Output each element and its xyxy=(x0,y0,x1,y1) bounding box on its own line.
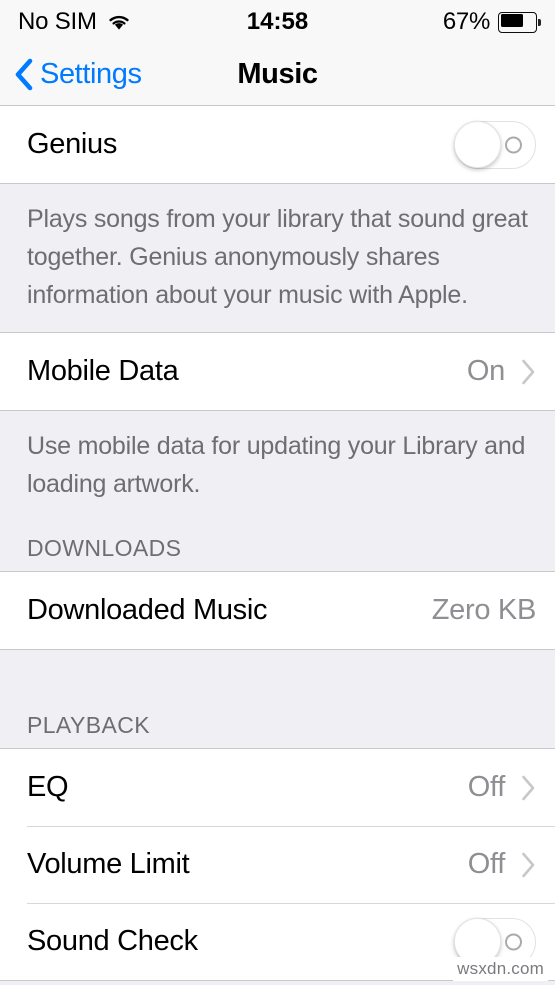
settings-list[interactable]: Genius Plays songs from your library tha… xyxy=(0,106,555,984)
battery-percent-label: 67% xyxy=(442,8,490,35)
navigation-bar: Settings Music xyxy=(0,44,555,106)
row-mobile-data-label: Mobile Data xyxy=(27,355,179,387)
row-eq[interactable]: EQ Off xyxy=(0,749,555,826)
status-bar: No SIM 14:58 67% xyxy=(0,0,555,44)
row-sound-check-label: Sound Check xyxy=(27,925,198,957)
row-volume-limit[interactable]: Volume Limit Off xyxy=(0,826,555,903)
section-genius: Genius xyxy=(0,106,555,184)
back-button-label: Settings xyxy=(40,58,142,90)
battery-icon xyxy=(498,11,541,33)
status-bar-left: No SIM xyxy=(18,8,280,36)
toggle-off-indicator-icon xyxy=(505,136,522,153)
section-mobile-data: Mobile Data On xyxy=(0,332,555,411)
row-mobile-data[interactable]: Mobile Data On xyxy=(0,333,555,410)
genius-toggle-knob xyxy=(454,120,501,168)
carrier-label: No SIM xyxy=(18,8,97,35)
wifi-icon xyxy=(106,12,132,32)
back-button[interactable]: Settings xyxy=(14,58,142,91)
row-downloaded-music-value: Zero KB xyxy=(431,594,537,626)
section-spacer xyxy=(0,650,555,698)
row-volume-limit-label: Volume Limit xyxy=(27,848,190,880)
section-downloads: Downloaded Music Zero KB xyxy=(0,571,555,650)
row-downloaded-music[interactable]: Downloaded Music Zero KB xyxy=(0,572,555,649)
toggle-off-indicator-icon xyxy=(505,933,522,950)
section-playback: EQ Off Volume Limit Off Sound Check xyxy=(0,748,555,981)
section-genius-footer: Plays songs from your library that sound… xyxy=(0,184,555,332)
chevron-right-icon xyxy=(509,359,536,385)
genius-toggle[interactable] xyxy=(454,120,536,169)
chevron-right-icon xyxy=(509,775,536,801)
chevron-right-icon xyxy=(509,852,536,878)
row-genius[interactable]: Genius xyxy=(0,106,555,183)
row-downloaded-music-label: Downloaded Music xyxy=(27,594,268,626)
row-genius-label: Genius xyxy=(27,128,118,160)
ios-settings-screen: No SIM 14:58 67% Settings Music Genius P… xyxy=(0,0,555,985)
row-eq-value: Off xyxy=(467,771,506,803)
row-mobile-data-value: On xyxy=(466,355,505,387)
section-mobile-data-footer: Use mobile data for updating your Librar… xyxy=(0,411,555,521)
row-eq-label: EQ xyxy=(27,771,69,803)
chevron-left-icon xyxy=(14,58,33,91)
status-bar-right: 67% xyxy=(280,8,541,36)
section-header-downloads: DOWNLOADS xyxy=(0,521,555,571)
watermark: wsxdn.com xyxy=(453,957,548,981)
section-header-playback: PLAYBACK xyxy=(0,698,555,748)
row-volume-limit-value: Off xyxy=(467,848,506,880)
